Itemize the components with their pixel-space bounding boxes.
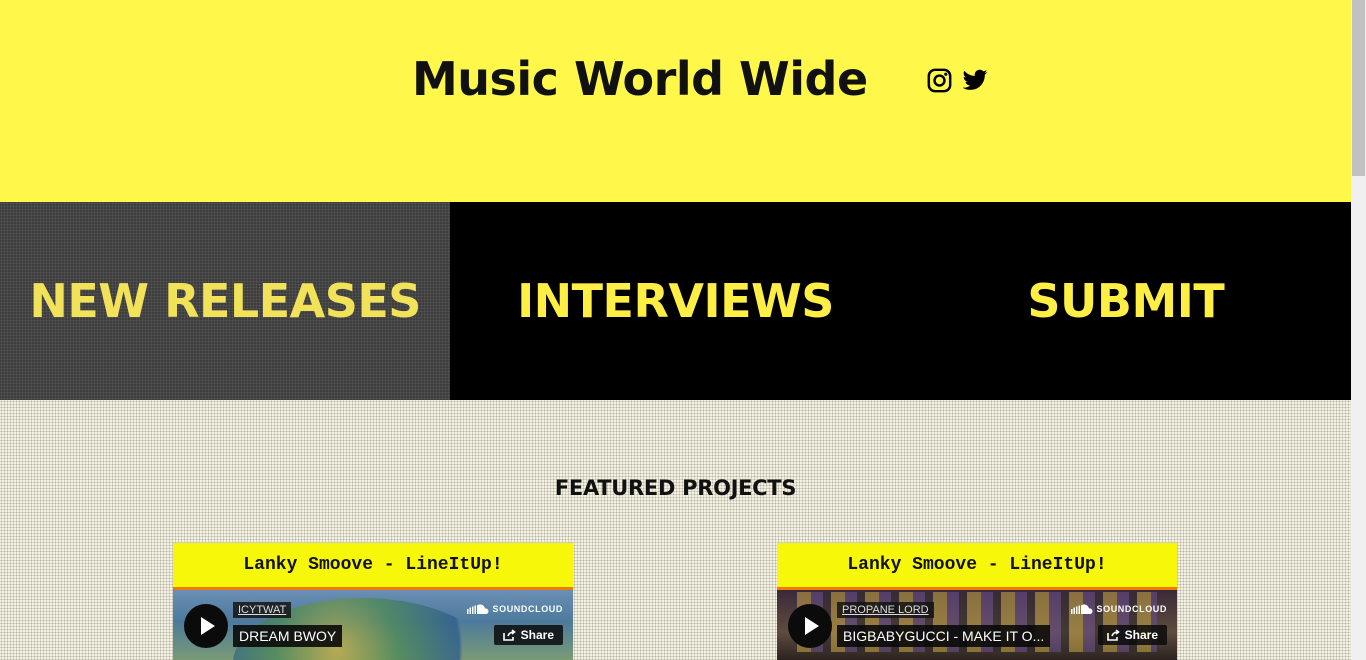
page-scrollbar[interactable] — [1351, 0, 1366, 660]
soundcloud-label: SOUNDCLOUD — [492, 604, 563, 614]
soundcloud-player: PROPANE LORD BIGBABYGUCCI - MAKE IT O...… — [777, 590, 1177, 660]
share-label: Share — [1124, 628, 1158, 642]
page: Music World Wide NEW RELEASES INTERVIEWS — [0, 0, 1351, 660]
nav-item-interviews[interactable]: INTERVIEWS — [450, 202, 901, 400]
card-title: Lanky Smoove - LineItUp! — [173, 543, 573, 590]
nav-item-submit[interactable]: SUBMIT — [900, 202, 1351, 400]
soundcloud-icon — [1070, 604, 1092, 614]
artist-link[interactable]: ICYTWAT — [233, 602, 292, 618]
soundcloud-icon — [466, 604, 488, 614]
site-title[interactable]: Music World Wide — [412, 52, 868, 107]
soundcloud-player: ICYTWAT DREAM BWOY SOUNDCLOUD Share — [173, 590, 573, 660]
share-button[interactable]: Share — [1097, 625, 1167, 645]
soundcloud-logo[interactable]: SOUNDCLOUD — [466, 604, 564, 614]
nav-item-label: SUBMIT — [1027, 274, 1225, 328]
soundcloud-label: SOUNDCLOUD — [1096, 604, 1167, 614]
social-links — [926, 67, 989, 94]
share-label: Share — [520, 628, 554, 642]
nav-item-label: INTERVIEWS — [517, 274, 834, 328]
soundcloud-logo[interactable]: SOUNDCLOUD — [1070, 604, 1168, 614]
track-title[interactable]: BIGBABYGUCCI - MAKE IT O... — [837, 625, 1051, 647]
project-card: Lanky Smoove - LineItUp! PROPANE LORD BI… — [777, 543, 1177, 660]
play-button[interactable] — [788, 604, 832, 648]
project-card: Lanky Smoove - LineItUp! ICYTWAT DREAM B… — [173, 543, 573, 660]
share-icon — [1106, 629, 1120, 641]
instagram-icon[interactable] — [926, 67, 953, 94]
nav-item-label: NEW RELEASES — [29, 274, 421, 328]
play-button[interactable] — [184, 604, 228, 648]
card-title: Lanky Smoove - LineItUp! — [777, 543, 1177, 590]
share-button[interactable]: Share — [493, 625, 563, 645]
site-header: Music World Wide — [0, 0, 1351, 202]
main-nav: NEW RELEASES INTERVIEWS SUBMIT — [0, 202, 1351, 400]
section-heading: FEATURED PROJECTS — [554, 476, 797, 500]
featured-section: FEATURED PROJECTS Lanky Smoove - LineItU… — [0, 400, 1351, 660]
twitter-icon[interactable] — [961, 67, 989, 94]
scrollbar-thumb[interactable] — [1352, 0, 1365, 176]
artist-link[interactable]: PROPANE LORD — [837, 602, 934, 618]
track-title[interactable]: DREAM BWOY — [233, 625, 343, 647]
share-icon — [502, 629, 516, 641]
nav-item-new-releases[interactable]: NEW RELEASES — [0, 202, 451, 400]
